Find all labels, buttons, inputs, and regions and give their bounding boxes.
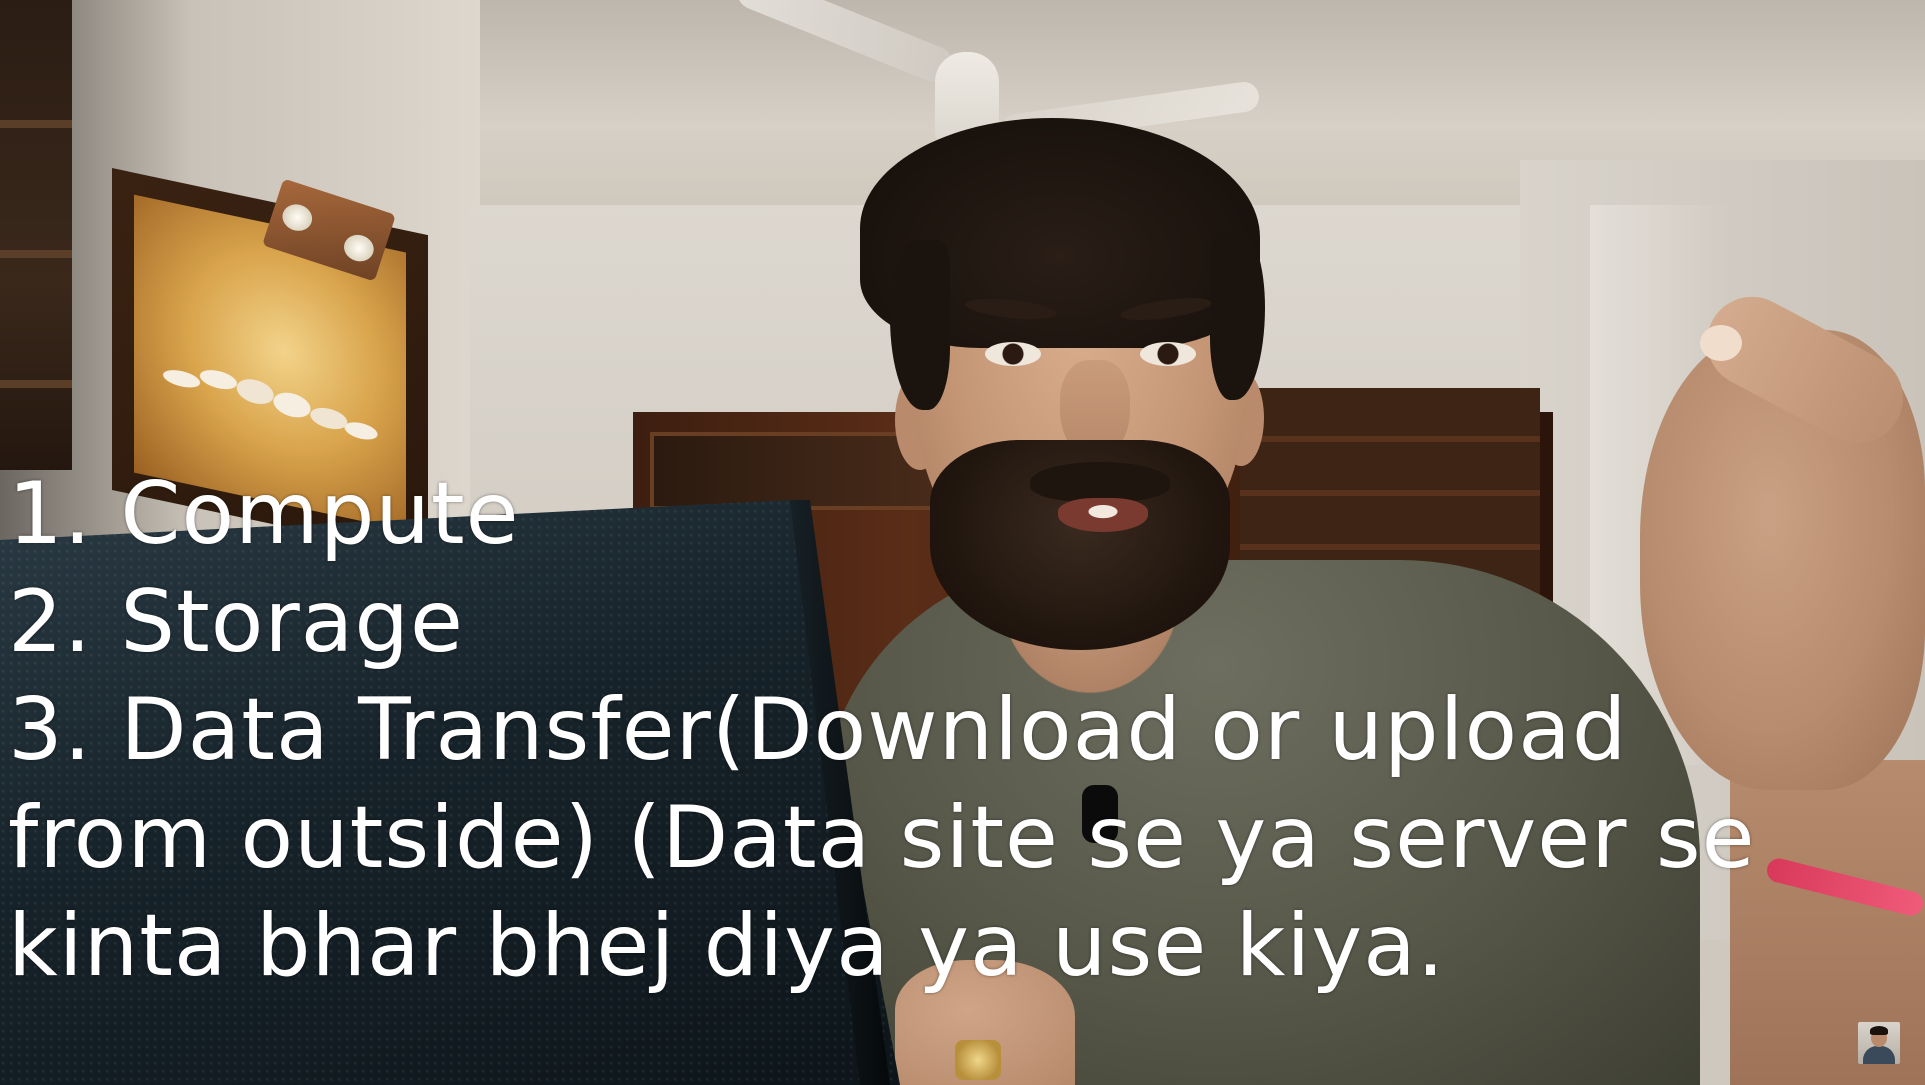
bookshelf [0, 0, 72, 470]
fingernail [1700, 325, 1742, 361]
channel-avatar-icon[interactable] [1858, 1022, 1900, 1064]
caption-overlay: 1. Compute 2. Storage 3. Data Transfer(D… [8, 460, 1868, 1000]
person-eye [1140, 342, 1196, 366]
caption-line: kinta bhar bhej diya ya use kiya. [8, 896, 1446, 996]
horses-image [154, 288, 384, 478]
finger-ring [955, 1040, 1001, 1080]
caption-line: 1. Compute [8, 464, 520, 564]
caption-line: from outside) (Data site se ya server se [8, 788, 1756, 888]
caption-line: 3. Data Transfer(Download or upload [8, 680, 1628, 780]
caption-line: 2. Storage [8, 572, 464, 672]
person-eye [985, 342, 1041, 366]
video-frame: 1. Compute 2. Storage 3. Data Transfer(D… [0, 0, 1925, 1085]
